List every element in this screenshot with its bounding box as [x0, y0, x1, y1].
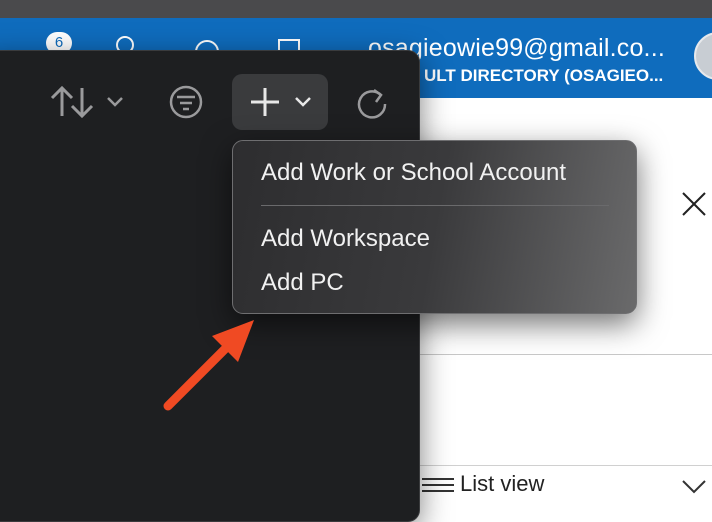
menu-item-add-work-or-school-account[interactable]: Add Work or School Account — [261, 159, 566, 187]
list-icon — [422, 476, 454, 492]
menu-item-add-pc[interactable]: Add PC — [261, 269, 344, 297]
list-view-label: List view — [460, 471, 545, 496]
sort-icon — [50, 85, 123, 119]
menu-item-add-workspace[interactable]: Add Workspace — [261, 225, 430, 253]
menu-separator — [261, 205, 609, 206]
sort-button[interactable] — [48, 80, 128, 124]
account-directory: ULT DIRECTORY (OSAGIEO... — [424, 66, 664, 85]
annotation-arrow-icon — [163, 320, 254, 411]
filter-button[interactable] — [164, 80, 208, 124]
panel-divider-bottom — [418, 465, 712, 466]
refresh-button[interactable] — [350, 80, 394, 124]
close-icon[interactable] — [680, 190, 708, 218]
filter-icon — [169, 85, 203, 119]
add-dropdown-menu: Add Work or School Account Add Workspace… — [232, 140, 637, 314]
browser-top-bar — [0, 0, 712, 18]
refresh-icon — [357, 88, 387, 119]
add-button[interactable] — [232, 74, 328, 130]
add-icon — [251, 88, 311, 116]
chevron-down-icon[interactable] — [680, 478, 708, 496]
panel-divider — [418, 354, 712, 355]
